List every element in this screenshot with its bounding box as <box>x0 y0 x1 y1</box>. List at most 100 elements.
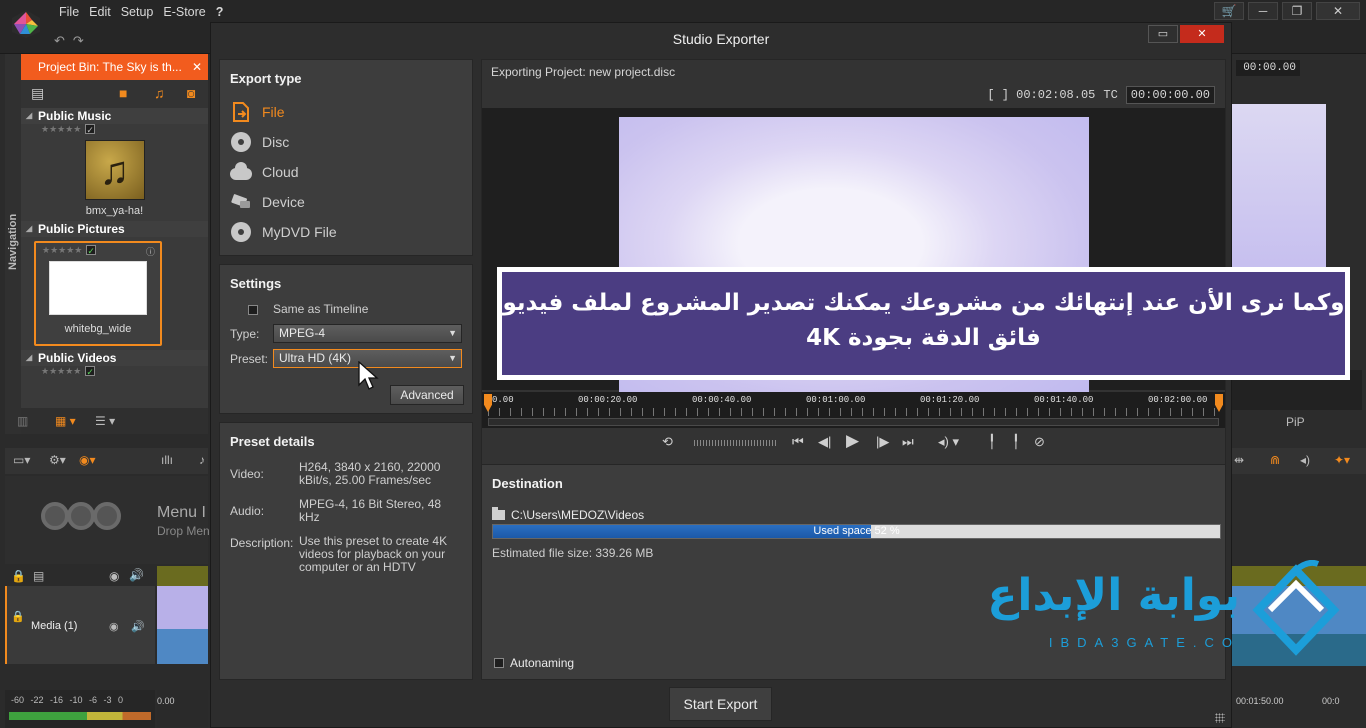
menu-track-title: Menu I <box>157 504 206 521</box>
music-icon[interactable]: ♪ <box>199 453 205 467</box>
mark-out-icon[interactable]: ╿ <box>1012 434 1020 450</box>
bin-section-videos[interactable]: Public Videos <box>21 350 208 366</box>
autonaming-checkbox[interactable] <box>494 658 504 668</box>
film-reel-icon <box>41 502 121 530</box>
add-folder-icon[interactable]: ▤ <box>31 85 44 102</box>
speaker-icon[interactable]: 🔊 <box>129 568 144 582</box>
autonaming-option[interactable]: Autonaming <box>494 656 574 670</box>
description-value: Use this preset to create 4K videos for … <box>299 534 448 574</box>
bin-item-selected[interactable]: ★★★★★ ✓ ⓘ whitebg_wide <box>34 241 162 346</box>
tc-value[interactable]: 00:00:00.00 <box>1125 86 1215 104</box>
navigation-strip[interactable]: Navigation <box>5 54 21 434</box>
type-select[interactable]: MPEG-4 <box>273 324 462 343</box>
dialog-maximize-button[interactable]: ▭ <box>1148 25 1178 43</box>
settings-icon[interactable]: ⚙▾ <box>49 453 66 467</box>
export-type-heading: Export type <box>230 71 302 86</box>
export-type-cloud[interactable]: Cloud <box>230 160 299 184</box>
bin-section-music[interactable]: Public Music <box>21 108 208 124</box>
banner-line-2: فائق الدقة بجودة 4K <box>806 325 1041 351</box>
play-icon[interactable]: ▶ <box>846 431 859 451</box>
export-type-disc[interactable]: Disc <box>230 130 289 154</box>
magnet-icon[interactable]: ⋒ <box>1270 453 1280 467</box>
export-type-label: Cloud <box>262 164 299 180</box>
export-type-label: Device <box>262 194 305 210</box>
picture-thumbnail <box>49 261 147 315</box>
help-icon[interactable]: ? <box>211 5 229 19</box>
app-minimize-button[interactable]: ─ <box>1248 2 1278 20</box>
disc-menu-track[interactable]: Menu I Drop Men <box>5 476 210 564</box>
menu-estore[interactable]: E-Store <box>158 5 210 19</box>
menu-file[interactable]: File <box>54 5 84 19</box>
media-track[interactable]: 🔒 Media (1) ◉ 🔊 <box>5 586 155 664</box>
eye-icon[interactable]: ◉ <box>109 620 119 633</box>
timeline-ruler-label: 0.00 <box>157 696 175 706</box>
preview-scrubber[interactable]: 0.00 00:00:20.00 00:00:40.00 00:01:00.00… <box>482 392 1225 428</box>
audio-mixer-icon[interactable]: ıllı <box>161 453 173 467</box>
ruler-tick-label: 00:01:40.00 <box>1034 395 1094 405</box>
audio-value: MPEG-4, 16 Bit Stereo, 48 kHz <box>299 497 442 524</box>
media-track-label: Media (1) <box>31 620 78 632</box>
app-close-button[interactable]: ✕ <box>1316 2 1360 20</box>
rating-stars[interactable]: ★★★★★ ✓ <box>21 124 208 138</box>
clear-marks-icon[interactable]: ⊘ <box>1034 434 1045 450</box>
audio-label: Audio: <box>230 504 265 518</box>
scrub-track[interactable] <box>488 418 1219 426</box>
destination-path[interactable]: C:\Users\MEDOZ\Videos <box>492 507 644 522</box>
grid-view-icon[interactable]: ▦ ▾ <box>55 414 76 428</box>
record-icon[interactable]: ◉▾ <box>79 453 96 467</box>
go-to-end-icon[interactable]: ⏭ <box>902 434 914 450</box>
lock-icon[interactable]: 🔒 <box>11 569 26 583</box>
magic-wand-icon[interactable]: ✦▾ <box>1334 453 1350 467</box>
timeline-layout-icon[interactable]: ▭▾ <box>13 453 30 467</box>
menu-setup[interactable]: Setup <box>116 5 159 19</box>
lock-icon[interactable]: 🔒 <box>11 610 25 623</box>
undo-icon[interactable]: ↶ <box>54 33 65 48</box>
dialog-window-controls: ▭ ✕ <box>1148 25 1224 43</box>
duration-display: [ ] 00:02:08.05 <box>987 88 1096 102</box>
project-bin-title[interactable]: Project Bin: The Sky is th... ✕ <box>21 54 208 80</box>
menu-edit[interactable]: Edit <box>84 5 116 19</box>
rating-stars[interactable]: ★★★★★ ✓ <box>21 366 208 380</box>
export-type-device[interactable]: Device <box>230 190 305 214</box>
loop-icon[interactable]: ⟲ <box>662 434 673 450</box>
app-restore-button[interactable]: ❐ <box>1282 2 1312 20</box>
project-bin: Project Bin: The Sky is th... ✕ ▤ ■ ♫ ◙ … <box>17 54 208 434</box>
timeline-clip[interactable] <box>157 586 208 664</box>
speaker-icon[interactable]: 🔊 <box>131 620 145 633</box>
close-icon[interactable]: ✕ <box>192 54 202 80</box>
info-icon[interactable]: ⓘ <box>146 245 155 258</box>
preset-label: Preset: <box>230 352 269 366</box>
library-icon[interactable]: ▥ <box>17 414 28 428</box>
redo-icon[interactable]: ↷ <box>73 33 84 48</box>
list-view-icon[interactable]: ☰ ▾ <box>95 414 115 428</box>
split-icon[interactable]: ⇹ <box>1234 453 1244 467</box>
volume-icon[interactable]: ◂) <box>1300 453 1310 467</box>
camera-filter-icon[interactable]: ◙ <box>187 85 195 101</box>
menu-track-sub: Drop Men <box>157 524 210 538</box>
export-type-mydvd[interactable]: MyDVD File <box>230 220 337 244</box>
music-filter-icon[interactable]: ♫ <box>154 85 165 101</box>
volume-icon[interactable]: ◂) ▾ <box>938 434 959 450</box>
eye-icon[interactable]: ◉ <box>109 569 119 583</box>
export-type-file[interactable]: File <box>230 100 285 124</box>
go-to-start-icon[interactable]: ⏮ <box>792 434 804 450</box>
music-note-icon[interactable]: ♫ <box>84 140 145 200</box>
bin-section-pictures[interactable]: Public Pictures <box>21 221 208 237</box>
shuttle-control[interactable] <box>694 440 776 446</box>
step-forward-icon[interactable]: |▶ <box>876 434 889 450</box>
start-export-button[interactable]: Start Export <box>669 687 772 721</box>
undo-redo: ↶ ↷ <box>54 33 92 49</box>
mark-in-icon[interactable]: ╿ <box>988 434 996 450</box>
track-icon[interactable]: ▤ <box>33 569 44 583</box>
resize-grip-icon[interactable] <box>1215 713 1225 723</box>
same-as-timeline-checkbox[interactable] <box>248 305 258 315</box>
right-time-label: 00:01:50.00 <box>1236 696 1284 706</box>
step-back-icon[interactable]: ◀| <box>818 434 831 450</box>
rating-stars[interactable]: ★★★★★ ✓ ⓘ <box>36 243 160 257</box>
dialog-close-button[interactable]: ✕ <box>1180 25 1224 43</box>
video-filter-icon[interactable]: ■ <box>119 85 127 101</box>
advanced-button[interactable]: Advanced <box>390 385 464 405</box>
pip-button[interactable]: PiP <box>1286 415 1305 429</box>
timeline-ruler[interactable]: 0.00 <box>157 690 208 728</box>
cart-icon[interactable]: 🛒 <box>1214 2 1244 20</box>
